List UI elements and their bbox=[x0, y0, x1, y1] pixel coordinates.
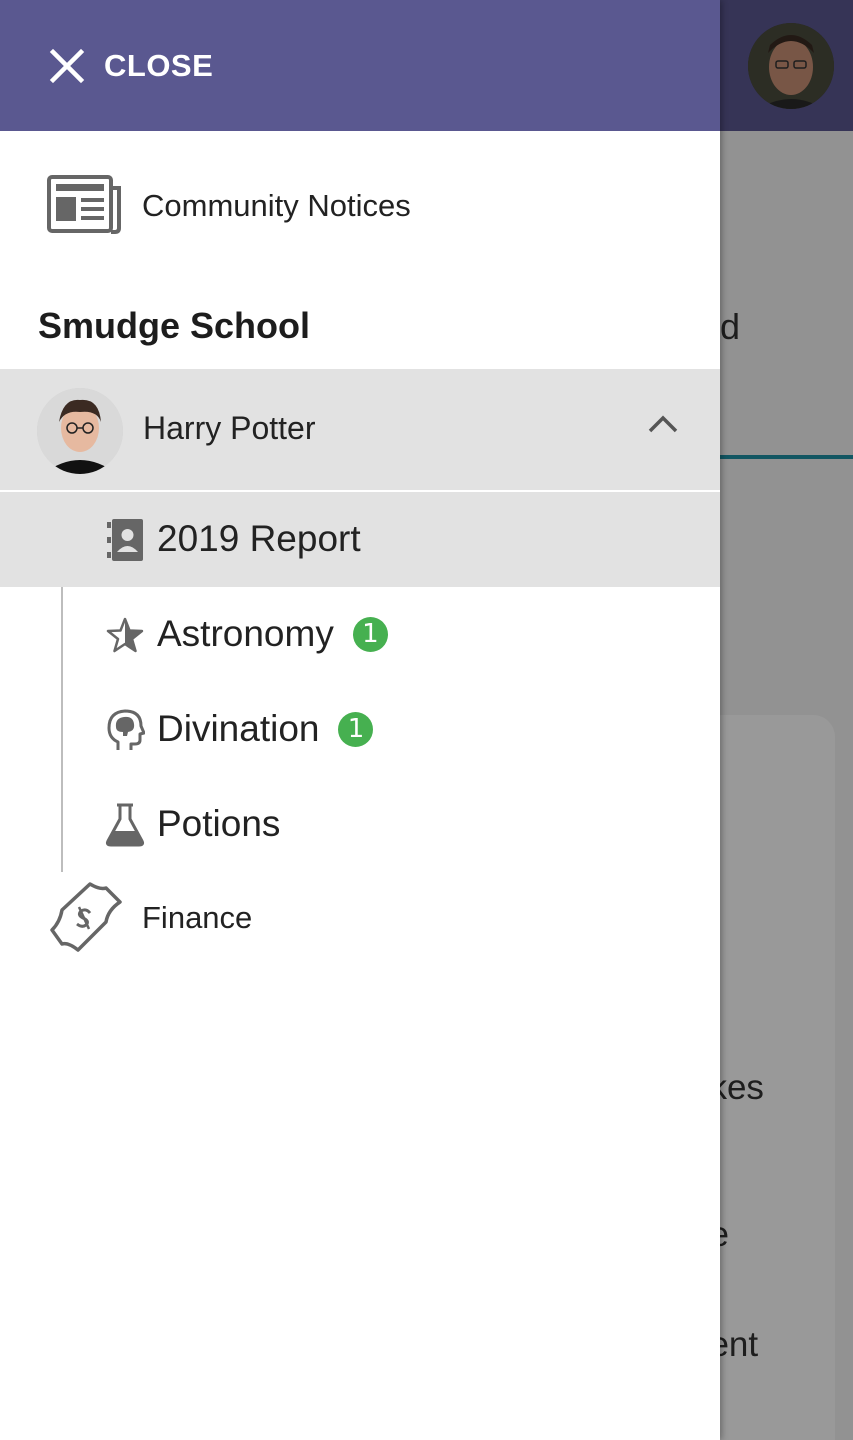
close-icon bbox=[49, 48, 85, 84]
newspaper-icon bbox=[46, 174, 124, 238]
drawer-header: CLOSE bbox=[0, 0, 720, 131]
notification-badge: 1 bbox=[338, 711, 374, 747]
nav-item-label: 2019 Report bbox=[157, 518, 361, 559]
money-note-icon bbox=[48, 880, 124, 956]
chevron-up-icon[interactable] bbox=[646, 413, 680, 435]
nav-item-potions[interactable]: Potions bbox=[0, 777, 720, 872]
student-avatar bbox=[37, 388, 123, 474]
close-button[interactable]: CLOSE bbox=[44, 36, 213, 96]
notification-badge: 1 bbox=[352, 616, 388, 652]
head-brain-icon bbox=[104, 708, 146, 752]
nav-item-divination[interactable]: Divination 1 bbox=[0, 682, 720, 777]
nav-item-label-wrap: Astronomy 1 bbox=[157, 613, 388, 655]
report-book-icon bbox=[104, 518, 146, 562]
nav-item-astronomy[interactable]: Astronomy 1 bbox=[0, 587, 720, 682]
nav-item-2019-report[interactable]: 2019 Report bbox=[0, 492, 720, 587]
nav-item-label: Community Notices bbox=[142, 188, 411, 223]
nav-item-finance[interactable]: Finance bbox=[0, 880, 720, 956]
student-expander[interactable]: Harry Potter bbox=[0, 369, 720, 490]
nav-item-label: Finance bbox=[142, 900, 253, 935]
nav-item-community-notices[interactable]: Community Notices bbox=[0, 170, 720, 242]
nav-item-label: Divination bbox=[157, 708, 320, 749]
close-label: CLOSE bbox=[104, 48, 214, 83]
flask-icon bbox=[104, 803, 146, 847]
school-name: Smudge School bbox=[38, 305, 311, 346]
navigation-drawer: CLOSE Community Notices Smudge School Ha… bbox=[0, 0, 720, 1440]
student-name: Harry Potter bbox=[143, 410, 316, 446]
nav-item-label: Astronomy bbox=[157, 613, 334, 654]
nav-item-label-wrap: Divination 1 bbox=[157, 708, 374, 750]
nav-item-label: Potions bbox=[157, 803, 281, 844]
star-icon bbox=[104, 613, 146, 657]
